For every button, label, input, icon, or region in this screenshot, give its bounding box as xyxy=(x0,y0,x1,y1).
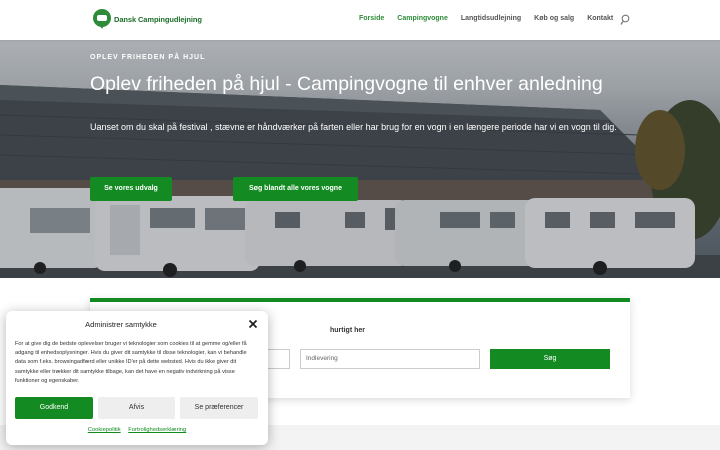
cookie-consent-dialog: Administrer samtykke For at give dig de … xyxy=(6,311,268,445)
site-logo[interactable]: Dansk Campingudlejning xyxy=(93,9,202,29)
nav-item-campingvogne[interactable]: Campingvogne xyxy=(397,15,448,22)
logo-text: Dansk Campingudlejning xyxy=(114,14,202,24)
site-header: Dansk Campingudlejning Forside Campingvo… xyxy=(0,0,720,40)
search-button[interactable]: Søg xyxy=(490,349,610,369)
hero-section: OPLEV FRIHEDEN PÅ HJUL Oplev friheden på… xyxy=(0,40,720,278)
panel-title: hurtigt her xyxy=(330,327,365,334)
hero-text: Uanset om du skal på festival , stævne e… xyxy=(90,122,617,132)
logo-icon xyxy=(93,9,111,29)
page: Dansk Campingudlejning Forside Campingvo… xyxy=(0,0,720,450)
nav-item-langtidsudlejning[interactable]: Langtidsudlejning xyxy=(461,15,521,22)
search-all-caravans-button[interactable]: Søg blandt alle vores vogne xyxy=(233,177,358,201)
nav-item-kontakt[interactable]: Kontakt xyxy=(587,15,613,22)
cookie-dialog-text: For at give dig de bedste oplevelser bru… xyxy=(15,341,247,384)
close-icon[interactable] xyxy=(248,319,258,329)
cookie-links: Cookiepolitik Fortrolighedserklæring xyxy=(6,427,268,433)
preferences-button[interactable]: Se præferencer xyxy=(180,397,258,419)
hero-title: Oplev friheden på hjul - Campingvogne ti… xyxy=(90,73,603,95)
cookie-policy-link[interactable]: Cookiepolitik xyxy=(88,427,121,433)
privacy-policy-link[interactable]: Fortrolighedserklæring xyxy=(128,427,186,433)
nav-item-forside[interactable]: Forside xyxy=(359,15,384,22)
main-nav: Forside Campingvogne Langtidsudlejning K… xyxy=(359,15,626,22)
deny-button[interactable]: Afvis xyxy=(98,397,175,419)
return-date-field[interactable]: Indlevering xyxy=(300,349,480,369)
see-selection-button[interactable]: Se vores udvalg xyxy=(90,177,172,201)
cookie-dialog-title: Administrer samtykke xyxy=(85,320,157,329)
nav-item-koeb-og-salg[interactable]: Køb og salg xyxy=(534,15,574,22)
accept-button[interactable]: Godkend xyxy=(15,397,93,419)
hero-eyebrow: OPLEV FRIHEDEN PÅ HJUL xyxy=(90,54,206,61)
search-icon[interactable] xyxy=(620,14,630,26)
